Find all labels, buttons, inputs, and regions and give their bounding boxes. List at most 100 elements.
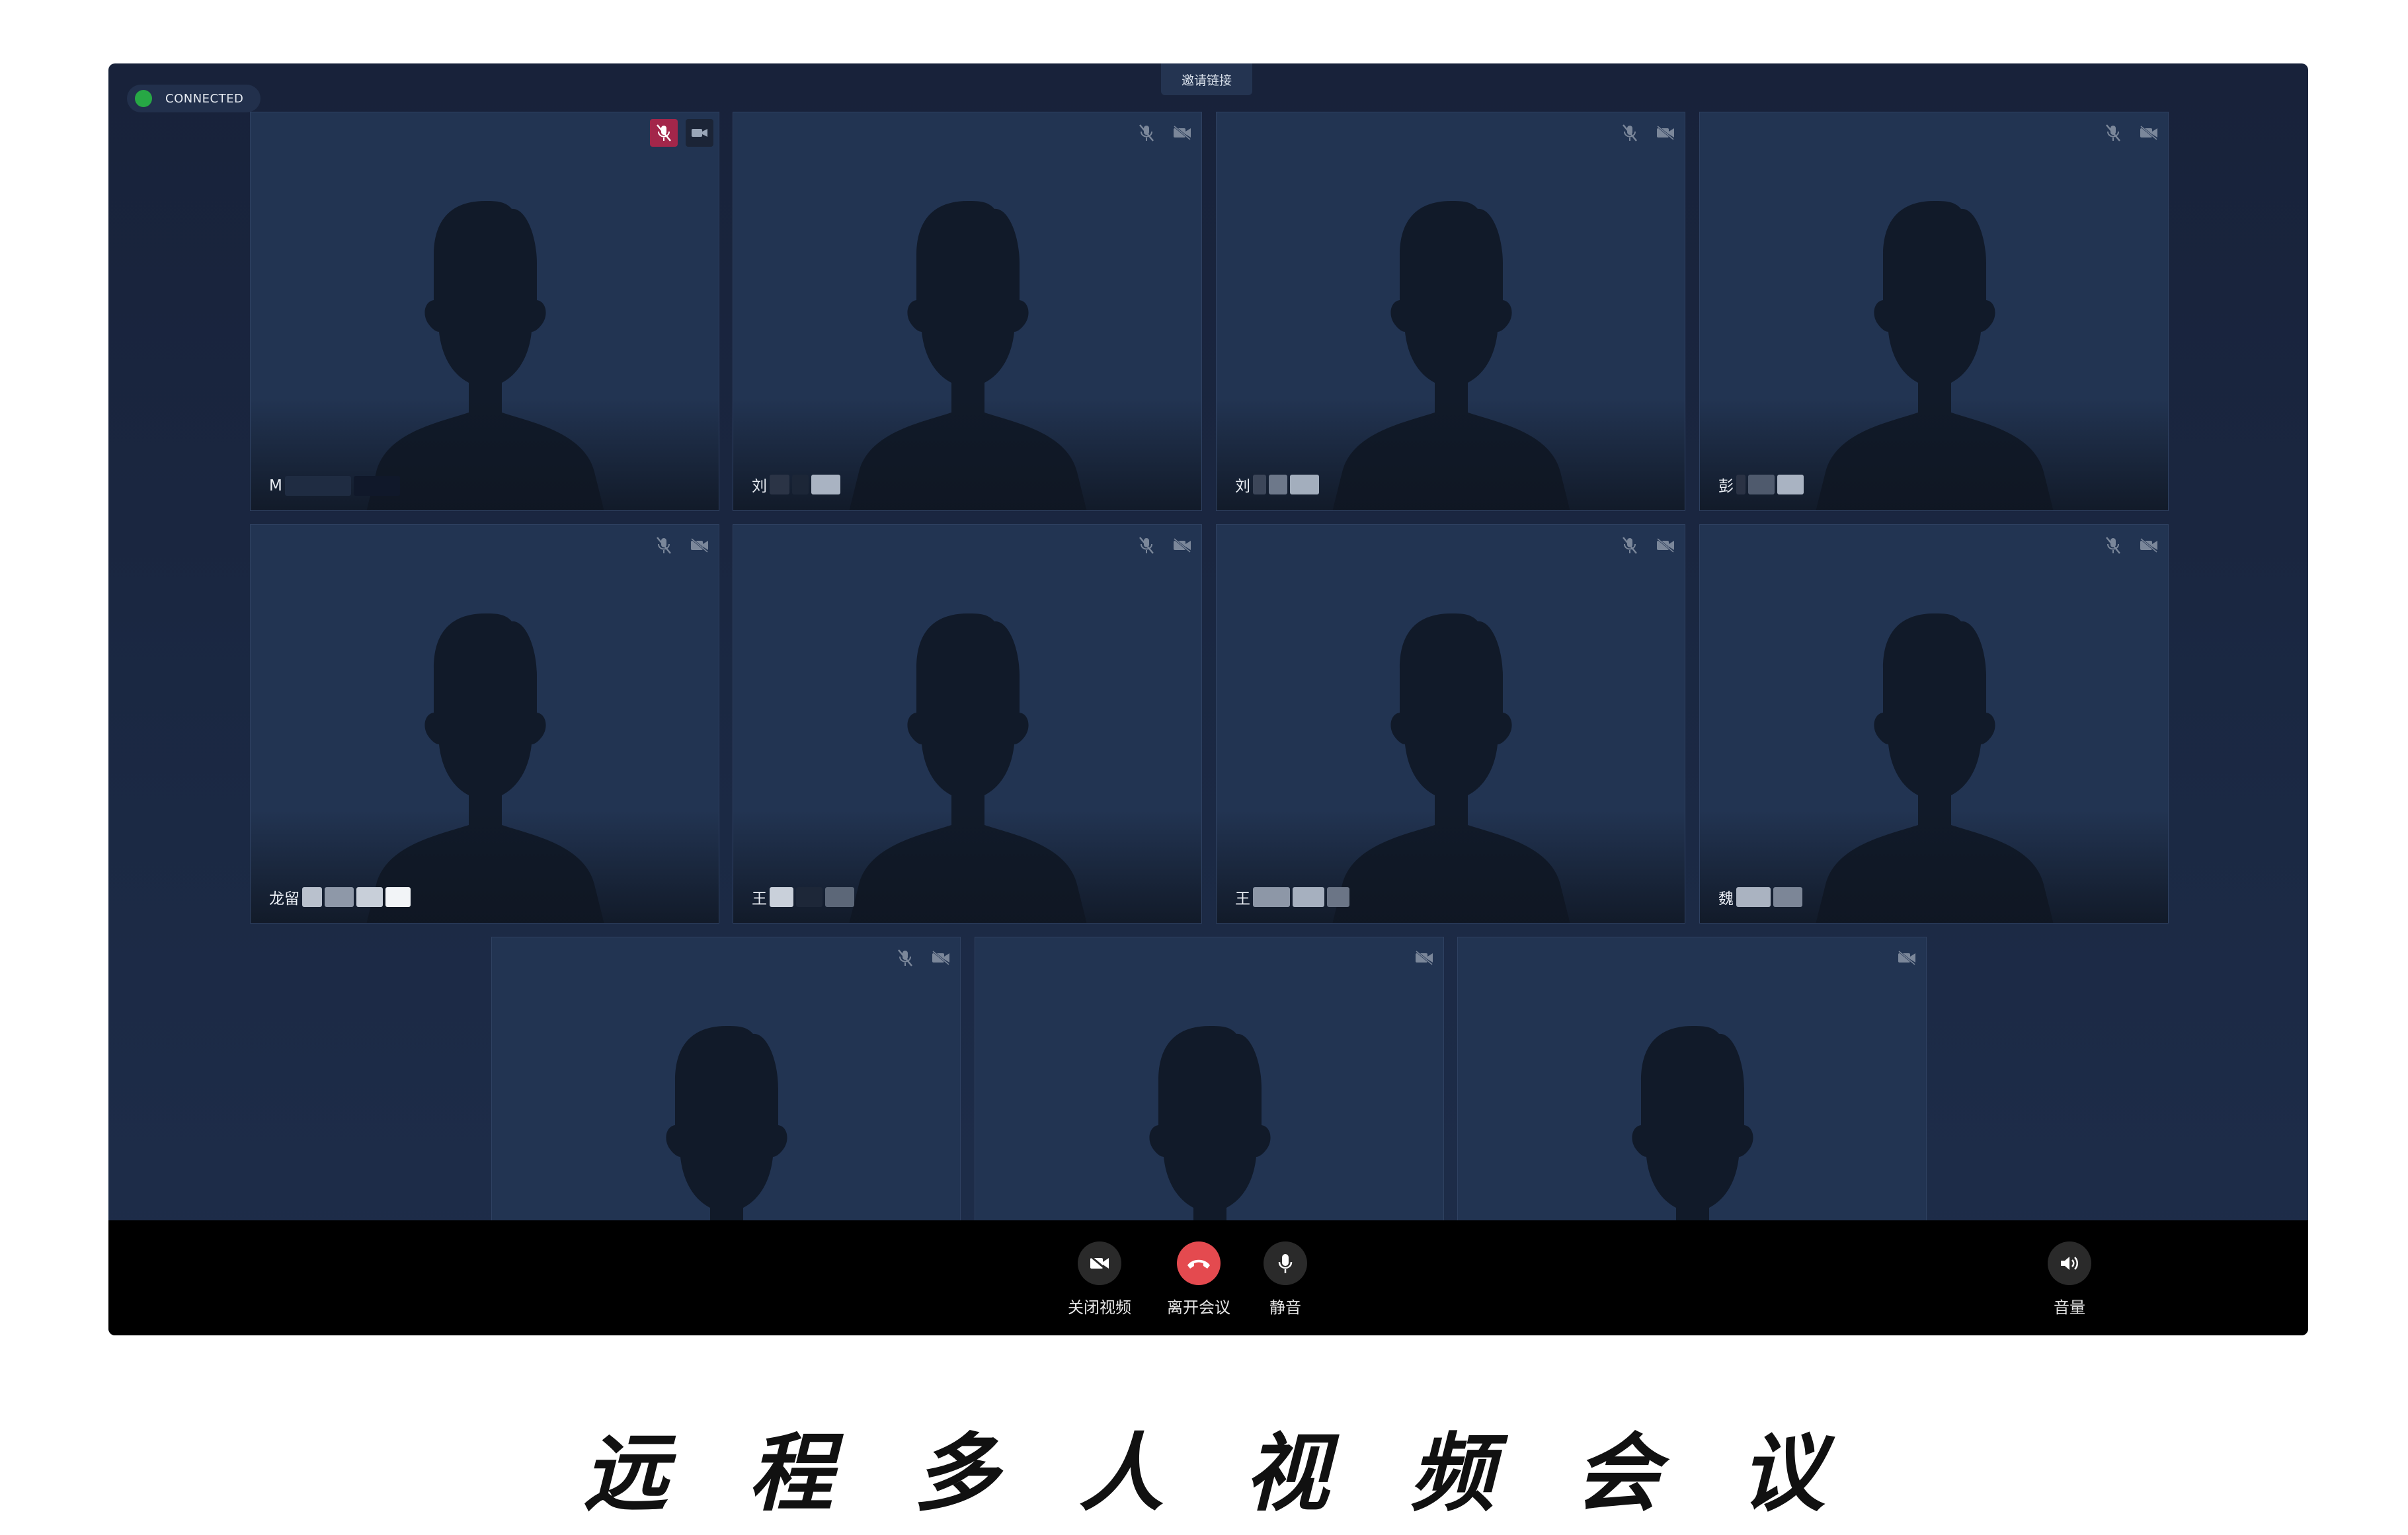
redacted-name-block — [1253, 887, 1290, 907]
redacted-name-block — [811, 475, 840, 494]
participant-tile[interactable]: 龙留 — [250, 524, 719, 924]
participant-name-text: 龙留 — [269, 890, 300, 908]
participant-tile[interactable]: 刘 — [1216, 112, 1685, 511]
speaker-icon — [2048, 1241, 2091, 1285]
caption-character: 程 — [748, 1425, 833, 1523]
participant-name: 刘 — [752, 473, 840, 496]
mic-muted-icon — [650, 531, 678, 559]
tile-status-icons — [650, 531, 713, 559]
redacted-name-block — [1736, 887, 1771, 907]
redacted-name-block — [825, 887, 854, 907]
redacted-name-block — [792, 475, 809, 494]
caption-character: 频 — [1409, 1425, 1494, 1523]
invite-link-button[interactable]: 邀请链接 — [1161, 63, 1252, 95]
camera-off-icon — [1652, 119, 1679, 147]
redacted-name-block — [302, 887, 322, 907]
redacted-name-block — [1777, 475, 1804, 494]
mic-muted-icon — [650, 119, 678, 147]
caption-character: 远 — [582, 1425, 668, 1523]
redacted-name-block — [1269, 475, 1287, 494]
participant-tile[interactable]: 王 — [1216, 524, 1685, 924]
leave-meeting-label: 离开会议 — [1167, 1298, 1230, 1317]
participant-name-text: 刘 — [752, 478, 767, 495]
hang-up-icon — [1177, 1241, 1221, 1285]
redacted-name-block — [284, 476, 351, 496]
tile-status-icons — [1133, 119, 1196, 147]
redacted-name-block — [796, 887, 823, 907]
camera-off-icon — [2135, 119, 2163, 147]
redacted-name-block — [1290, 475, 1319, 494]
tile-status-icons — [650, 119, 713, 147]
caption-character: 多 — [913, 1425, 998, 1523]
tile-status-icons — [1893, 944, 1921, 972]
redacted-name-block — [356, 887, 383, 907]
mic-muted-icon — [2099, 531, 2127, 559]
redacted-name-block — [1253, 475, 1266, 494]
participant-name-text: 魏 — [1718, 890, 1734, 908]
camera-off-icon — [1168, 531, 1196, 559]
camera-on-icon — [686, 119, 713, 147]
participant-name: 刘 — [1235, 473, 1319, 496]
caption-character: 会 — [1574, 1425, 1660, 1523]
status-dot — [135, 90, 152, 107]
camera-off-icon — [1168, 119, 1196, 147]
tile-status-icons — [1133, 531, 1196, 559]
caption-character: 人 — [1078, 1425, 1164, 1523]
participant-name: 王 — [752, 886, 854, 908]
tile-status-icons — [1410, 944, 1438, 972]
status-label: CONNECTED — [165, 91, 244, 106]
participant-name-text: M — [269, 477, 282, 494]
caption-character: 议 — [1740, 1425, 1825, 1523]
volume-button[interactable]: 音量 — [2023, 1241, 2116, 1318]
mic-muted-icon — [1616, 119, 1644, 147]
mic-muted-icon — [1616, 531, 1644, 559]
redacted-name-block — [1773, 887, 1802, 907]
tile-status-icons — [2099, 119, 2163, 147]
camera-off-icon — [1652, 531, 1679, 559]
participant-tile[interactable]: 彭 — [1699, 112, 2169, 511]
participant-name-text: 王 — [1235, 890, 1250, 908]
connection-status: CONNECTED — [127, 85, 261, 112]
redacted-name-block — [325, 887, 354, 907]
close-video-label: 关闭视频 — [1068, 1298, 1131, 1317]
mic-muted-icon — [891, 944, 919, 972]
meeting-toolbar: 关闭视频 离开会议 静音 音量 — [108, 1220, 2308, 1335]
participant-name-text: 王 — [752, 890, 767, 908]
video-camera-icon — [1078, 1241, 1121, 1285]
participant-tile[interactable]: M — [250, 112, 719, 511]
participant-name: 王 — [1235, 886, 1349, 908]
tile-status-icons — [1616, 119, 1679, 147]
leave-meeting-button[interactable]: 离开会议 — [1152, 1241, 1245, 1318]
participant-name: 龙留 — [269, 886, 411, 908]
participant-name: M — [269, 476, 400, 496]
redacted-name-block — [770, 475, 789, 494]
redacted-name-block — [1736, 475, 1746, 494]
redacted-name-block — [770, 887, 793, 907]
redacted-name-block — [1748, 475, 1775, 494]
tile-status-icons — [1616, 531, 1679, 559]
mute-button[interactable]: 静音 — [1239, 1241, 1332, 1318]
mic-muted-icon — [1133, 531, 1160, 559]
participant-name-text: 彭 — [1718, 478, 1734, 495]
redacted-name-block — [353, 476, 400, 496]
participant-name: 彭 — [1718, 473, 1804, 496]
microphone-icon — [1264, 1241, 1307, 1285]
participant-name: 魏 — [1718, 886, 1802, 908]
close-video-button[interactable]: 关闭视频 — [1053, 1241, 1146, 1318]
participant-name-text: 刘 — [1235, 478, 1250, 495]
redacted-name-block — [385, 887, 411, 907]
page-caption: 远程多人视频会议 — [0, 1405, 2408, 1527]
redacted-name-block — [1327, 887, 1349, 907]
participant-tile[interactable]: 刘 — [733, 112, 1202, 511]
camera-off-icon — [927, 944, 955, 972]
mute-label: 静音 — [1269, 1298, 1301, 1317]
redacted-name-block — [1293, 887, 1324, 907]
participant-tile[interactable]: 魏 — [1699, 524, 2169, 924]
tile-status-icons — [891, 944, 955, 972]
volume-label: 音量 — [2054, 1298, 2085, 1317]
camera-off-icon — [686, 531, 713, 559]
mic-muted-icon — [2099, 119, 2127, 147]
mic-muted-icon — [1133, 119, 1160, 147]
caption-character: 视 — [1244, 1425, 1329, 1523]
participant-tile[interactable]: 王 — [733, 524, 1202, 924]
